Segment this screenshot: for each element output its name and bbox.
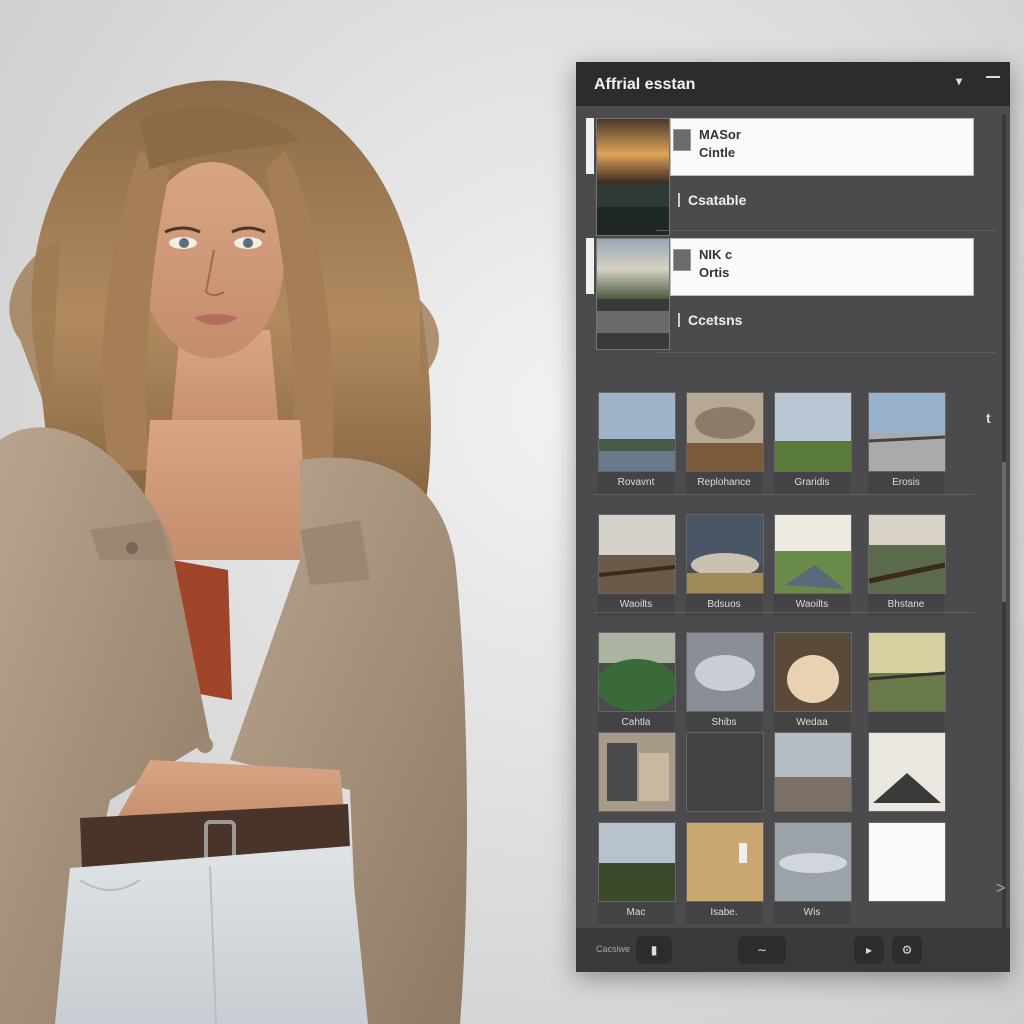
grid-tile-label: Isabe. bbox=[686, 902, 762, 924]
grid-tile[interactable] bbox=[686, 732, 764, 812]
side-marker: t bbox=[986, 410, 991, 426]
grid-tile[interactable]: Cahtla bbox=[598, 632, 676, 734]
item-caption: Csatable bbox=[678, 192, 746, 208]
divider bbox=[594, 494, 974, 495]
divider bbox=[656, 352, 996, 353]
grid-tile[interactable] bbox=[774, 732, 852, 812]
panel-footer: Cacsiwe ▮ ∼ ▸ ⚙ bbox=[576, 928, 1010, 972]
item-title: MASor bbox=[699, 127, 741, 142]
item-title: NIK c bbox=[699, 247, 733, 262]
item-subtitle: Cintle bbox=[699, 145, 736, 160]
item-caption-text: Csatable bbox=[688, 192, 747, 208]
grid-tile[interactable]: Waoilts bbox=[598, 514, 676, 616]
grid-tile[interactable]: Replohance bbox=[686, 392, 764, 494]
grid-tile-label: Rovavnt bbox=[598, 472, 674, 494]
grid-tile-label: Replohance bbox=[686, 472, 762, 494]
divider bbox=[656, 230, 996, 231]
item-caption-text: Ccetsns bbox=[688, 312, 743, 328]
grid-tile[interactable]: Wis bbox=[774, 822, 852, 924]
grid-tile[interactable] bbox=[868, 822, 946, 902]
item-thumbnail bbox=[596, 238, 670, 350]
list-item[interactable]: NIK c Ortis Ccetsns bbox=[586, 236, 996, 354]
minimize-icon[interactable] bbox=[986, 76, 1000, 78]
list-item[interactable]: MASor Cintle Csatable bbox=[586, 116, 996, 236]
footer-label: Cacsiwe bbox=[596, 944, 631, 954]
chevron-right-icon[interactable]: > bbox=[996, 880, 1005, 898]
item-card[interactable]: NIK c Ortis bbox=[670, 238, 974, 296]
item-card[interactable]: MASor Cintle bbox=[670, 118, 974, 176]
file-icon bbox=[673, 129, 691, 151]
grid-tile[interactable]: Shibs bbox=[686, 632, 764, 734]
file-icon bbox=[673, 249, 691, 271]
grid-tile[interactable]: Rovavnt bbox=[598, 392, 676, 494]
grid-tile-label: Erosis bbox=[868, 472, 944, 494]
grid-tile[interactable] bbox=[598, 732, 676, 812]
selection-indicator bbox=[586, 238, 594, 294]
grid-tile-label bbox=[868, 712, 944, 734]
selection-indicator bbox=[586, 118, 594, 174]
image-grid: t Rovavnt Replohance Graridis Erosis Wao… bbox=[594, 370, 1005, 930]
grid-tile-label: Wedaa bbox=[774, 712, 850, 734]
grid-tile[interactable]: Graridis bbox=[774, 392, 852, 494]
link-icon[interactable]: ∼ bbox=[738, 936, 786, 964]
grid-tile[interactable]: Bhstane bbox=[868, 514, 946, 616]
grid-tile[interactable]: Waoilts bbox=[774, 514, 852, 616]
chevron-down-icon[interactable]: ▾ bbox=[956, 74, 962, 88]
panel-title: Affrial esstan bbox=[594, 76, 696, 93]
divider bbox=[594, 612, 974, 613]
grid-tile[interactable]: Wedaa bbox=[774, 632, 852, 734]
item-thumbnail bbox=[596, 118, 670, 236]
play-icon[interactable]: ▸ bbox=[854, 936, 884, 964]
grid-tile[interactable] bbox=[868, 732, 946, 812]
asset-browser-panel: Affrial esstan ▾ MASor Cintle Csatable N… bbox=[576, 62, 1010, 972]
grid-tile[interactable] bbox=[868, 632, 946, 734]
model-photo bbox=[0, 0, 480, 1024]
panel-titlebar: Affrial esstan ▾ bbox=[576, 62, 1010, 106]
settings-icon[interactable]: ⚙ bbox=[892, 936, 922, 964]
item-caption: Ccetsns bbox=[678, 312, 742, 328]
grid-tile[interactable]: Bdsuos bbox=[686, 514, 764, 616]
folder-icon[interactable]: ▮ bbox=[636, 936, 672, 964]
item-subtitle: Ortis bbox=[699, 265, 730, 280]
grid-tile-label: Graridis bbox=[774, 472, 850, 494]
grid-tile[interactable]: Isabe. bbox=[686, 822, 764, 924]
grid-tile-label: Cahtla bbox=[598, 712, 674, 734]
grid-tile[interactable]: Mac bbox=[598, 822, 676, 924]
grid-tile-label: Wis bbox=[774, 902, 850, 924]
grid-tile[interactable]: Erosis bbox=[868, 392, 946, 494]
grid-tile-label: Shibs bbox=[686, 712, 762, 734]
grid-tile-label: Mac bbox=[598, 902, 674, 924]
